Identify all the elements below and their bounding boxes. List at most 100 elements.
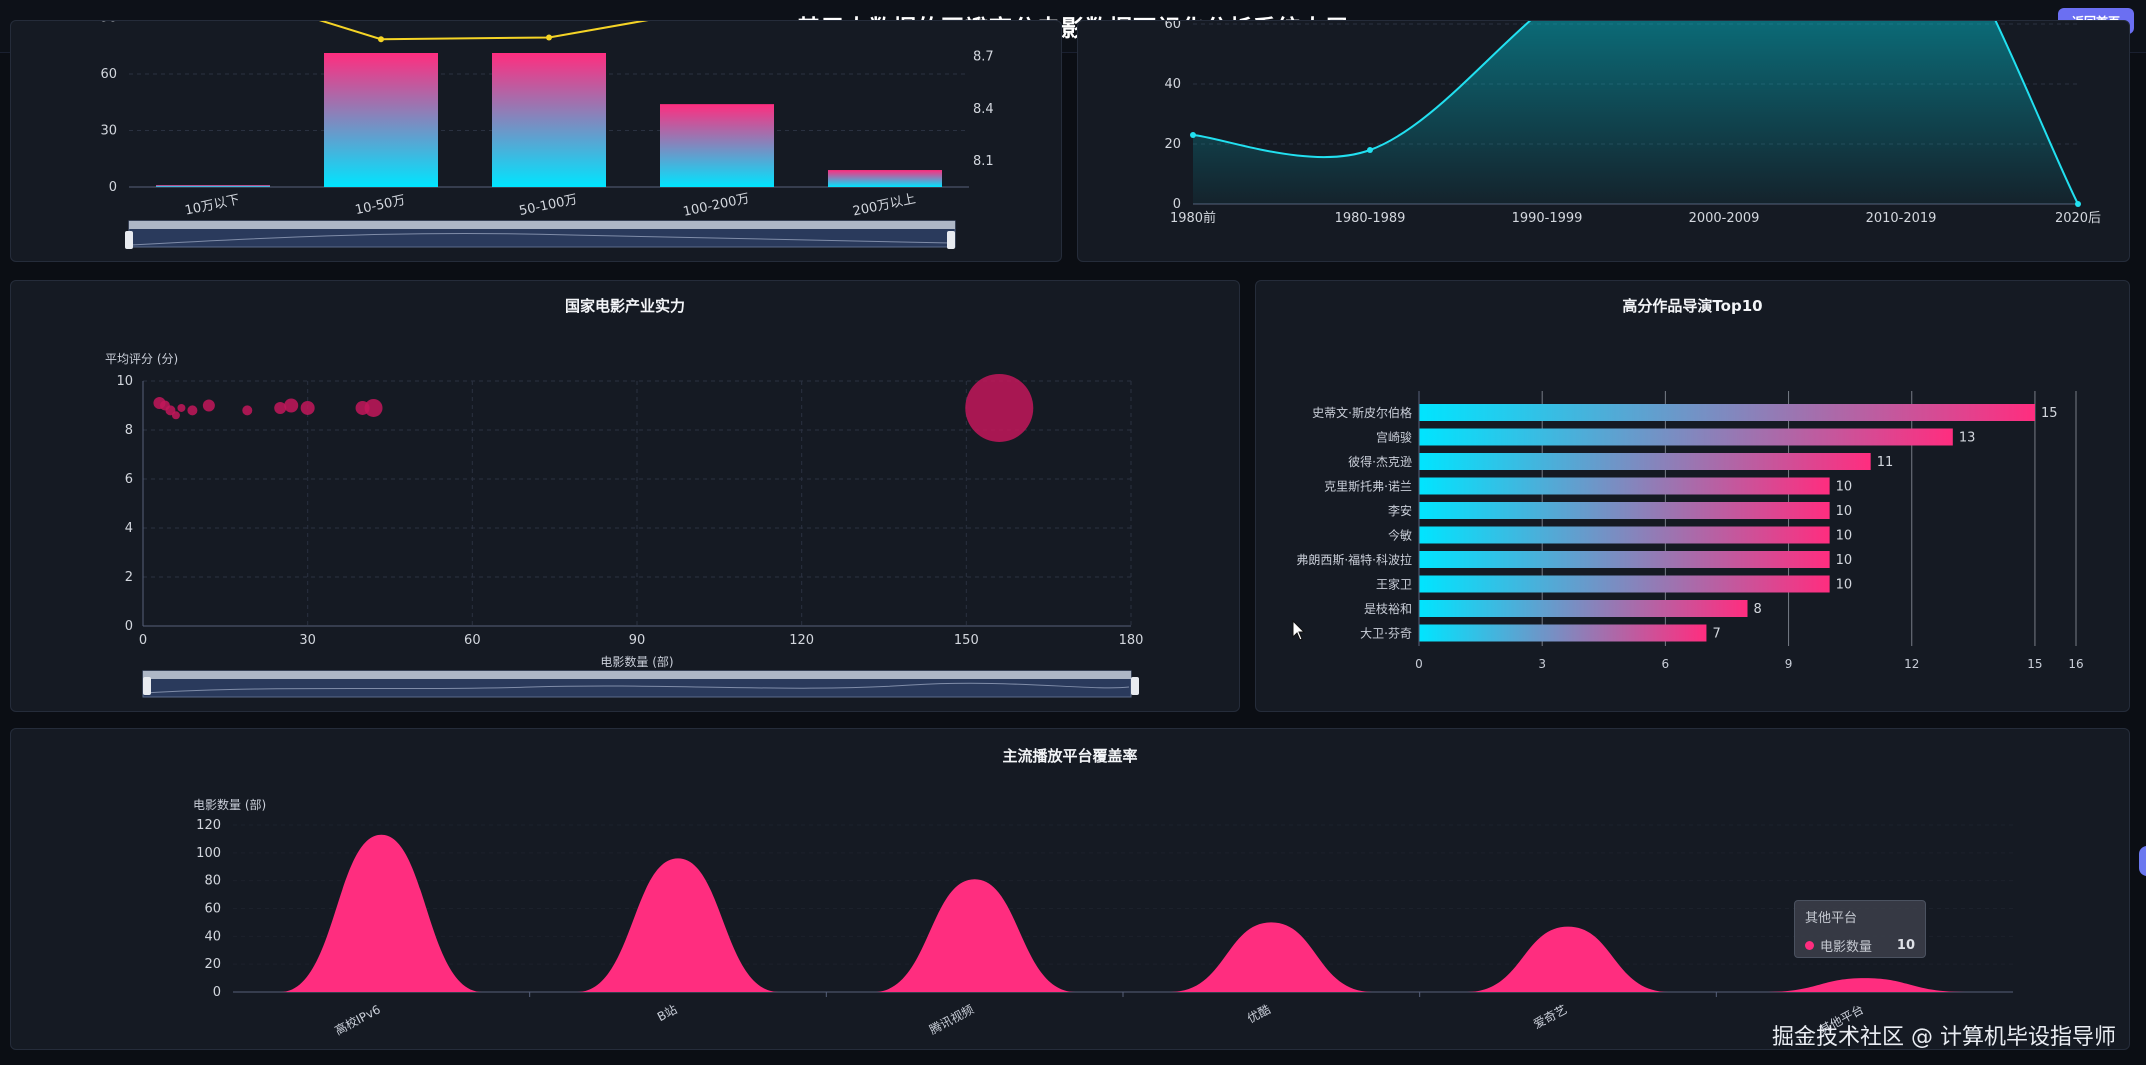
panel-top-directors: 高分作品导演Top10 0 3 6 9 12 15 16 史蒂文·斯皮尔伯格 15 宫崎骏 13 彼得… — [1255, 280, 2130, 712]
chart-top-directors: 0 3 6 9 12 15 16 史蒂文·斯皮尔伯格 15 宫崎骏 13 彼得·杰克逊 11 克里斯托弗·… — [1296, 391, 2084, 671]
x-axis-label: 电影数量 (部) — [600, 654, 673, 669]
x-tick-label: 3 — [1538, 657, 1546, 671]
y-tick-label: 4 — [125, 521, 133, 536]
y-tick-label: 李安 — [1388, 503, 1412, 518]
scatter-point — [364, 398, 383, 417]
y2-tick-label: 8.7 — [973, 50, 994, 65]
y-tick-label: 60 — [204, 902, 221, 917]
y-tick-label: 王家卫 — [1376, 577, 1412, 592]
panel-platform-coverage: 主流播放平台覆盖率 0 20 40 60 80 100 120 电影数量 (部) 高校IPv6 B… — [10, 728, 2130, 1050]
y-tick-label: 60 — [100, 67, 117, 82]
y2-tick-label: 8.1 — [973, 154, 994, 169]
scatter-point — [242, 405, 253, 416]
y-tick-label: 2 — [125, 570, 133, 585]
y-tick-label: 史蒂文·斯皮尔伯格 — [1312, 405, 1412, 420]
chart-decade-trend: 0 20 40 60 1980前 1980-1989 1990-1999 2000-2009 2… — [1164, 21, 2101, 226]
area-point — [2075, 201, 2081, 207]
scatter-point — [187, 405, 198, 416]
x-tick-label: 200万以上 — [851, 192, 917, 220]
zoom-handle-right[interactable] — [1131, 677, 1139, 695]
y-tick-label: 彼得·杰克逊 — [1348, 454, 1412, 469]
y-tick-label: 是枝裕和 — [1364, 601, 1412, 616]
area-point — [1367, 147, 1373, 153]
x-tick-label: 100-200万 — [682, 191, 751, 220]
y-tick-label: 80 — [204, 874, 221, 889]
scatter-point — [202, 399, 215, 412]
chart-platform-coverage: 0 20 40 60 80 100 120 电影数量 (部) 高校IPv6 B站 腾讯视频 优酷 爱奇艺… — [193, 797, 2013, 1038]
bar — [1419, 526, 1830, 544]
area-point — [1190, 132, 1196, 138]
x-tick-label: 优酷 — [1245, 1002, 1273, 1026]
data-label: 13 — [1959, 431, 1976, 446]
scatter-point — [965, 373, 1034, 442]
x-tick-label: B站 — [655, 1002, 679, 1024]
y-tick-label: 20 — [1164, 137, 1181, 152]
tooltip-value: 10 — [1896, 938, 1915, 953]
x-tick-label: 180 — [1119, 633, 1144, 648]
area-peak — [280, 834, 483, 992]
data-label: 15 — [2041, 406, 2058, 421]
x-tick-label: 0 — [139, 633, 147, 648]
y-tick-label: 40 — [204, 929, 221, 944]
panel-country-strength: 国家电影产业实力 0 2 4 6 8 10 0 30 60 90 120 150 180 平均评分 (分)… — [10, 280, 1240, 712]
bar — [1419, 502, 1830, 519]
x-tick-label: 16 — [2068, 657, 2083, 671]
zoom-handle-left[interactable] — [125, 231, 133, 249]
panel-title-country: 国家电影产业实力 — [564, 297, 685, 315]
x-tick-label: 2010-2019 — [1866, 211, 1937, 226]
zoom-slider-bar — [129, 221, 955, 229]
y-tick-label: 40 — [1164, 77, 1181, 92]
data-label: 8 — [1754, 602, 1762, 617]
x-tick-label: 6 — [1662, 657, 1670, 671]
x-tick-label: 9 — [1785, 657, 1793, 671]
y-axis-label: 平均评分 (分) — [105, 352, 178, 366]
bar — [1419, 600, 1748, 617]
y-tick-label: 20 — [204, 957, 221, 972]
tooltip-row: 电影数量 10 — [1805, 936, 1915, 955]
data-label: 10 — [1836, 553, 1853, 568]
bar — [1419, 428, 1953, 446]
side-toggle-button[interactable] — [2139, 846, 2146, 876]
panel-box-office: 0 30 60 90 10万以下 10-50万 50-100万 100-200万 200万以上 8… — [10, 20, 1062, 262]
x-tick-label: 50-100万 — [518, 192, 579, 219]
data-label: 10 — [1836, 578, 1853, 593]
bar — [1419, 551, 1830, 568]
area-peak — [873, 879, 1076, 992]
data-label: 11 — [1877, 455, 1894, 470]
x-tick-label: 0 — [1415, 657, 1423, 671]
x-tick-label: 1980前 — [1170, 210, 1216, 226]
bar — [1419, 453, 1871, 470]
y-tick-label: 今敏 — [1388, 528, 1412, 543]
tooltip-category: 其他平台 — [1805, 911, 1858, 926]
bar — [1419, 624, 1707, 642]
y-axis-label: 电影数量 (部) — [193, 797, 266, 812]
y2-tick-label: 8.4 — [973, 102, 994, 117]
bar — [156, 185, 270, 187]
panel-title-directors: 高分作品导演Top10 — [1622, 297, 1763, 315]
watermark: 掘金技术社区 @ 计算机毕设指导师 — [1772, 1025, 2116, 1050]
y-tick-label: 60 — [1164, 21, 1181, 32]
x-tick-label: 1990-1999 — [1512, 211, 1583, 226]
x-tick-label: 120 — [789, 633, 814, 648]
area-peak — [577, 858, 779, 992]
x-tick-label: 2000-2009 — [1689, 211, 1760, 226]
bar — [1419, 575, 1830, 593]
x-tick-label: 60 — [464, 633, 481, 648]
scatter-point — [284, 398, 299, 413]
area-fill — [1193, 21, 2078, 204]
area-peak — [1170, 922, 1373, 992]
chart-box-office-rating: 0 30 60 90 10万以下 10-50万 50-100万 100-200万 200万以上 8… — [100, 21, 994, 248]
y-tick-label: 30 — [100, 124, 117, 139]
zoom-handle-left[interactable] — [143, 677, 151, 695]
y-tick-label: 0 — [109, 180, 117, 195]
y-tick-label: 100 — [196, 846, 221, 861]
x-tick-label: 150 — [954, 633, 979, 648]
bar — [1419, 477, 1830, 495]
panel-decade-trend: 0 20 40 60 1980前 1980-1989 1990-1999 2000-2009 2… — [1077, 20, 2130, 262]
x-tick-label: 30 — [299, 633, 316, 648]
zoom-handle-right[interactable] — [947, 231, 955, 249]
data-label: 10 — [1836, 504, 1853, 519]
y-tick-label: 0 — [213, 985, 221, 1000]
y-tick-label: 10 — [116, 374, 133, 389]
tooltip-series-name: 电影数量 — [1820, 940, 1873, 955]
